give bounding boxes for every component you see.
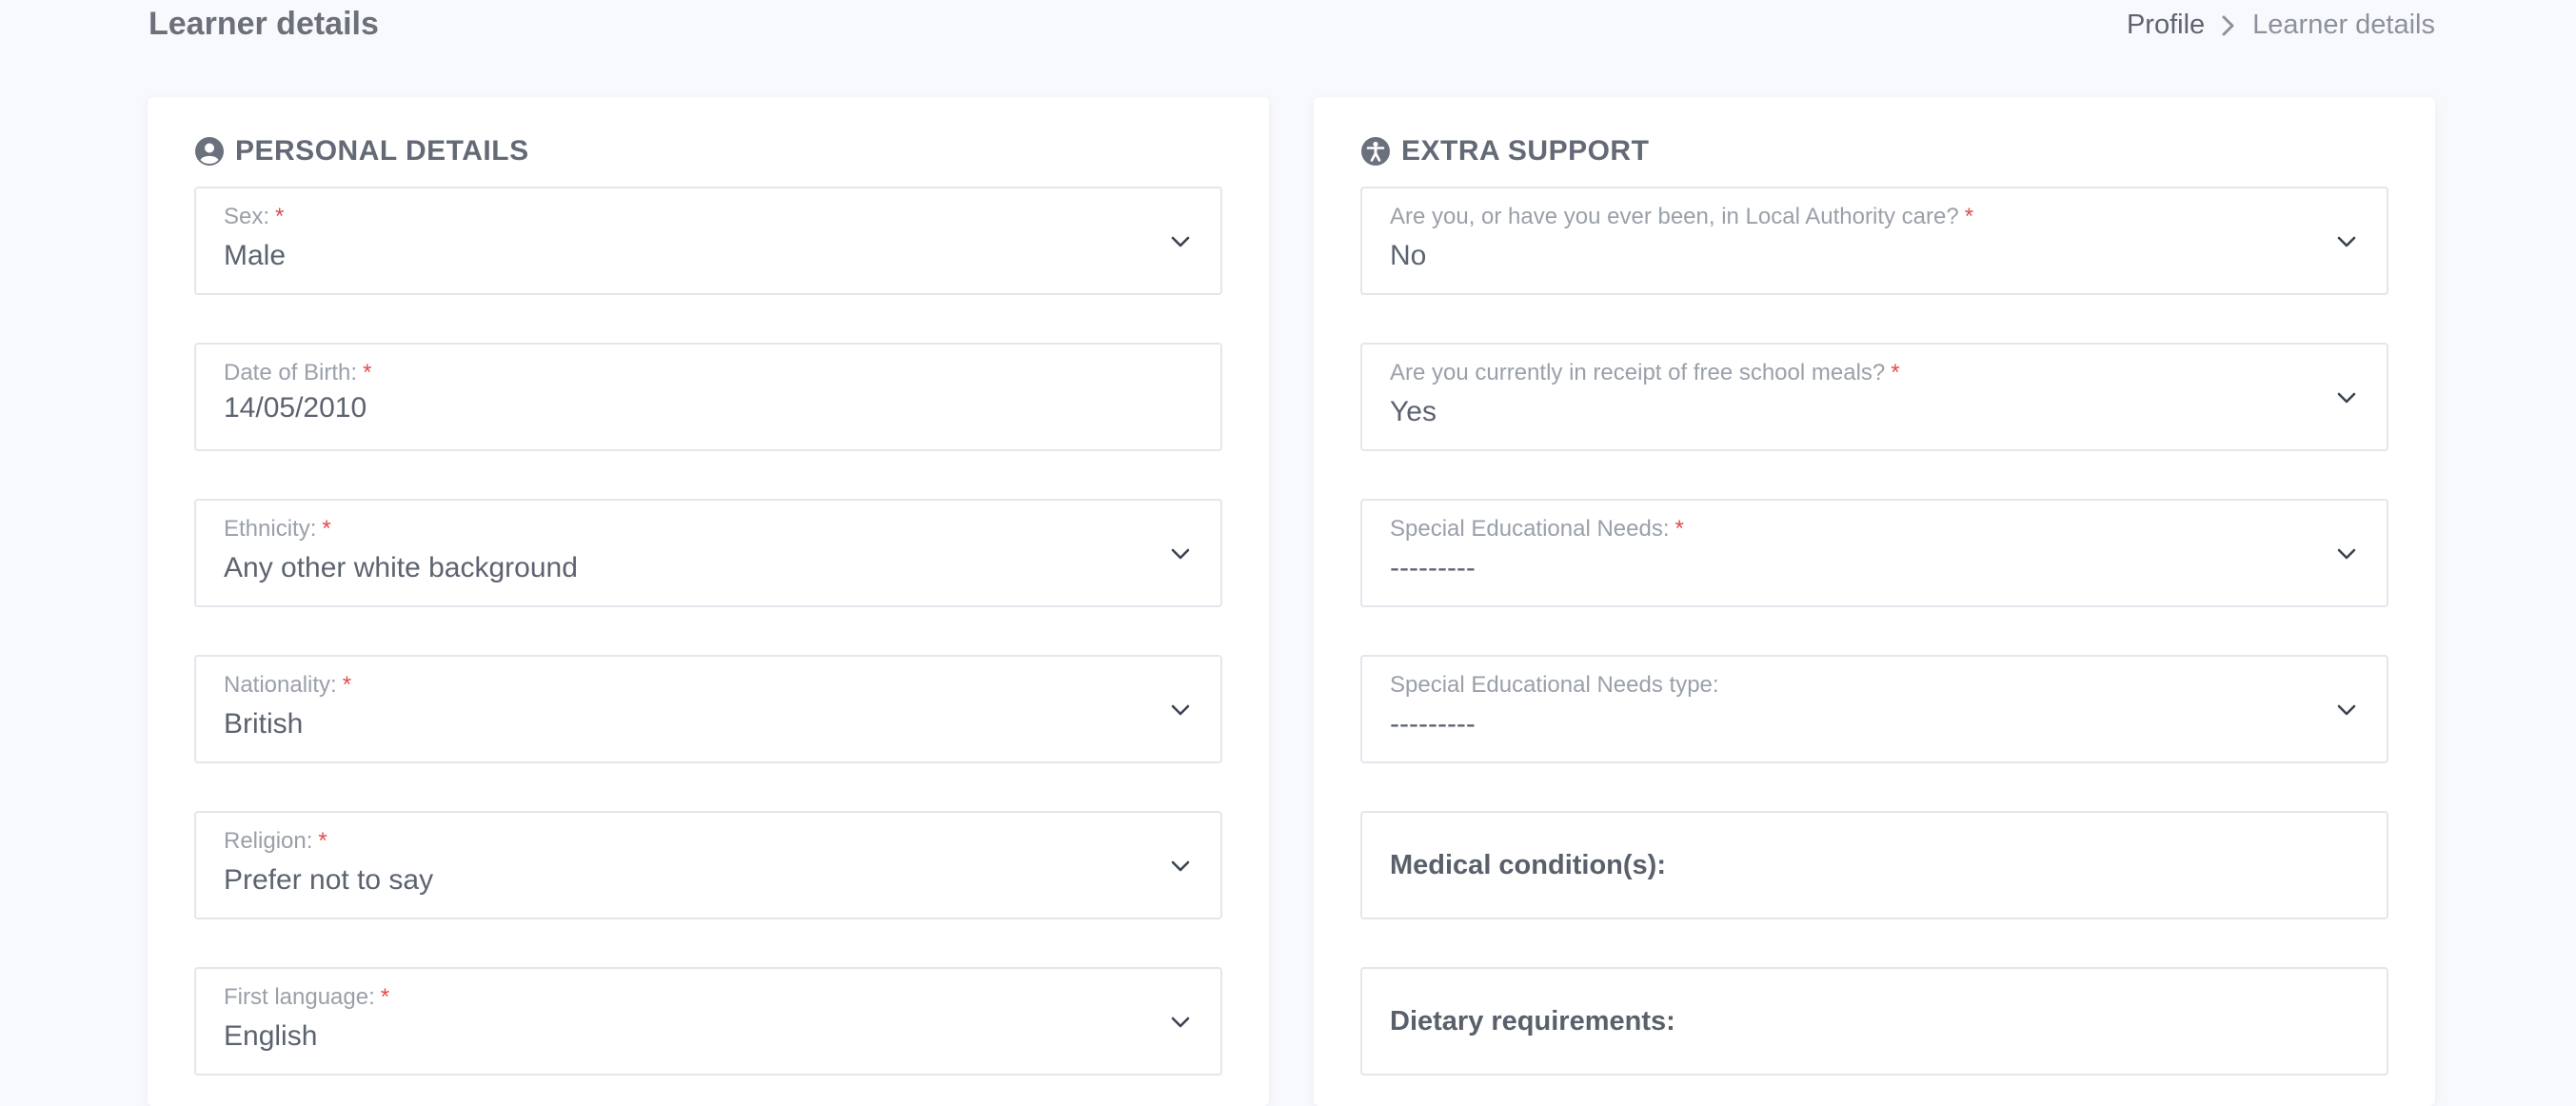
ethnicity-label: Ethnicity: * [224,516,331,542]
personal-details-title: PERSONAL DETAILS [235,135,529,167]
first-language-label: First language: * [224,984,390,1010]
religion-select[interactable]: Religion: * Prefer not to say [194,811,1222,919]
religion-value: Prefer not to say [224,864,434,896]
date-of-birth-value: 14/05/2010 [224,392,367,424]
nationality-select[interactable]: Nationality: * British [194,655,1222,763]
page-title: Learner details [149,6,379,42]
special-educational-needs-type-value: --------- [1390,708,1476,740]
local-authority-care-label: Are you, or have you ever been, in Local… [1390,204,1974,229]
first-language-select[interactable]: First language: * English [194,967,1222,1076]
sex-value: Male [224,240,287,271]
special-educational-needs-type-label: Special Educational Needs type: [1390,672,1719,698]
chevron-down-icon [1169,230,1192,253]
date-of-birth-field[interactable]: Date of Birth: * 14/05/2010 [194,343,1222,451]
medical-conditions-label: Medical condition(s): [1390,849,1666,880]
user-circle-icon [195,137,224,166]
ethnicity-value: Any other white background [224,552,578,583]
special-educational-needs-label: Special Educational Needs: * [1390,516,1684,542]
extra-support-header: EXTRA SUPPORT [1361,135,1649,168]
chevron-down-icon [2335,386,2358,409]
sex-label: Sex: * [224,204,285,229]
special-educational-needs-select[interactable]: Special Educational Needs: * --------- [1360,499,2388,607]
special-educational-needs-value: --------- [1390,552,1476,583]
chevron-down-icon [2335,230,2358,253]
breadcrumb-profile-link[interactable]: Profile [2127,10,2205,41]
free-school-meals-label: Are you currently in receipt of free sch… [1390,360,1900,385]
accessibility-icon [1361,137,1390,166]
page-header: Learner details Profile Learner details [0,0,2576,67]
religion-label: Religion: * [224,828,327,854]
dietary-requirements-label: Dietary requirements: [1390,1005,1675,1037]
personal-details-card: PERSONAL DETAILS Sex: * Male Date of Birt… [148,97,1269,1106]
breadcrumb: Profile Learner details [2127,10,2435,41]
chevron-right-icon [2218,15,2239,36]
chevron-down-icon [1169,1011,1192,1034]
local-authority-care-value: No [1390,240,1427,271]
free-school-meals-value: Yes [1390,396,1437,427]
chevron-down-icon [2335,699,2358,721]
free-school-meals-select[interactable]: Are you currently in receipt of free sch… [1360,343,2388,451]
nationality-label: Nationality: * [224,672,352,698]
medical-conditions-field[interactable]: Medical condition(s): [1360,811,2388,919]
date-of-birth-label: Date of Birth: * [224,360,372,385]
breadcrumb-current: Learner details [2252,10,2435,40]
chevron-down-icon [1169,543,1192,565]
chevron-down-icon [2335,543,2358,565]
extra-support-card: EXTRA SUPPORT Are you, or have you ever … [1314,97,2435,1106]
nationality-value: British [224,708,304,740]
chevron-down-icon [1169,699,1192,721]
sex-select[interactable]: Sex: * Male [194,187,1222,295]
local-authority-care-select[interactable]: Are you, or have you ever been, in Local… [1360,187,2388,295]
extra-support-title: EXTRA SUPPORT [1401,135,1650,167]
dietary-requirements-field[interactable]: Dietary requirements: [1360,967,2388,1076]
special-educational-needs-type-select[interactable]: Special Educational Needs type: --------… [1360,655,2388,763]
chevron-down-icon [1169,855,1192,878]
ethnicity-select[interactable]: Ethnicity: * Any other white background [194,499,1222,607]
personal-details-header: PERSONAL DETAILS [195,135,529,168]
first-language-value: English [224,1020,318,1052]
